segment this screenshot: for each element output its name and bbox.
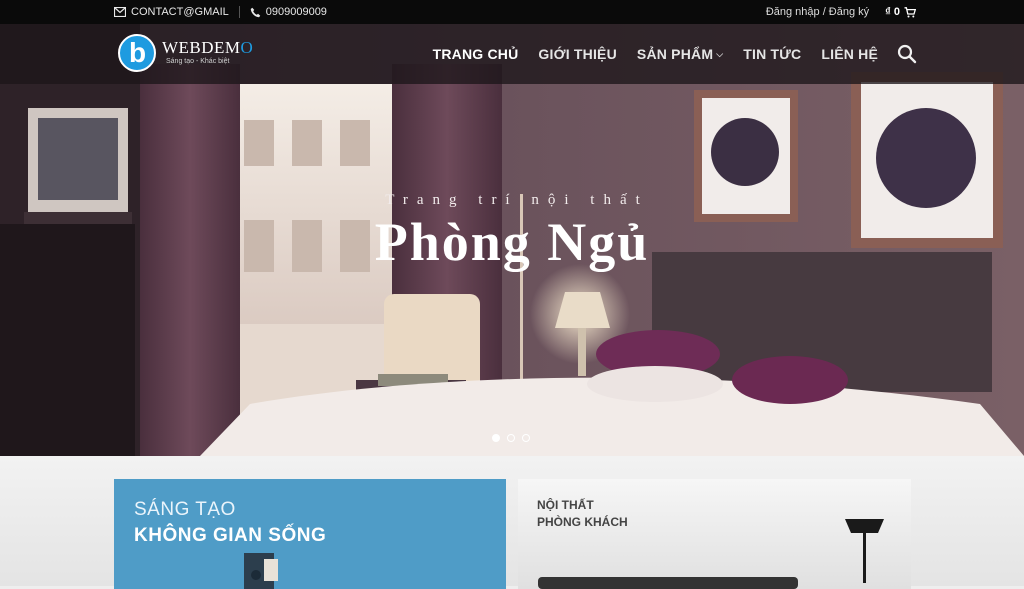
hero-slider[interactable]: b WEBDEMO Sáng tạo - Khác biệt TRANG CHỦ… [0, 24, 1024, 456]
nav-item-home[interactable]: TRANG CHỦ [433, 46, 519, 62]
nav-item-about[interactable]: GIỚI THIỆU [538, 46, 617, 62]
envelope-icon [114, 7, 126, 17]
logo-wordmark: WEBDEMO [162, 38, 254, 57]
phone-link[interactable]: 0909009009 [250, 6, 327, 18]
site-header: b WEBDEMO Sáng tạo - Khác biệt TRANG CHỦ… [0, 24, 1024, 84]
banner-living-space[interactable]: SÁNG TẠO KHÔNG GIAN SỐNG [114, 479, 506, 589]
account-area: Đăng nhập / Đăng ký ₫ 0 [766, 0, 916, 24]
banner-living-space-line1: SÁNG TẠO [134, 499, 236, 520]
logo-slogan: Sáng tạo - Khác biệt [166, 58, 230, 65]
logo[interactable]: b WEBDEMO Sáng tạo - Khác biệt [118, 34, 253, 72]
phone-text: 0909009009 [265, 6, 327, 18]
nav-item-news[interactable]: TIN TỨC [743, 46, 801, 62]
email-link[interactable]: CONTACT@GMAIL [114, 6, 229, 18]
cart-amount: ₫ 0 [885, 6, 900, 18]
banner-living-room-image [538, 519, 884, 589]
email-text: CONTACT@GMAIL [131, 6, 229, 18]
hero-subtitle: Trang trí nội thất [385, 192, 649, 208]
nav-item-contact[interactable]: LIÊN HỆ [821, 46, 878, 62]
divider [238, 6, 240, 18]
contact-info: CONTACT@GMAIL 0909009009 [114, 0, 327, 24]
slider-dot-1[interactable] [492, 434, 500, 442]
nav-item-products[interactable]: SẢN PHẨM ⌵ [637, 46, 723, 62]
search-icon[interactable] [897, 44, 917, 64]
banner-living-room-line1: NỘI THẤT [537, 498, 594, 512]
cart-button[interactable]: ₫ 0 [885, 6, 916, 18]
hero-caption: Trang trí nội thất Phòng Ngủ [0, 192, 1024, 273]
banner-living-room-line2: PHÒNG KHÁCH [537, 515, 628, 529]
phone-icon [250, 7, 261, 17]
logo-mark: b [118, 34, 156, 72]
slider-dot-3[interactable] [522, 434, 530, 442]
banner-living-room[interactable]: NỘI THẤT PHÒNG KHÁCH [518, 479, 911, 589]
slider-dots [492, 434, 530, 442]
banner-living-space-line2: KHÔNG GIAN SỐNG [134, 525, 327, 546]
slider-dot-2[interactable] [507, 434, 515, 442]
hero-title: Phòng Ngủ [374, 212, 650, 272]
main-nav: TRANG CHỦ GIỚI THIỆU SẢN PHẨM ⌵ TIN TỨC L… [433, 24, 878, 84]
login-link[interactable]: Đăng nhập / Đăng ký [766, 6, 869, 18]
chevron-down-icon: ⌵ [716, 48, 724, 59]
featured-section: SÁNG TẠO KHÔNG GIAN SỐNG NỘI THẤT PHÒNG … [0, 456, 1024, 589]
cart-icon [904, 6, 916, 17]
top-bar: CONTACT@GMAIL 0909009009 Đăng nhập / Đăn… [0, 0, 1024, 24]
